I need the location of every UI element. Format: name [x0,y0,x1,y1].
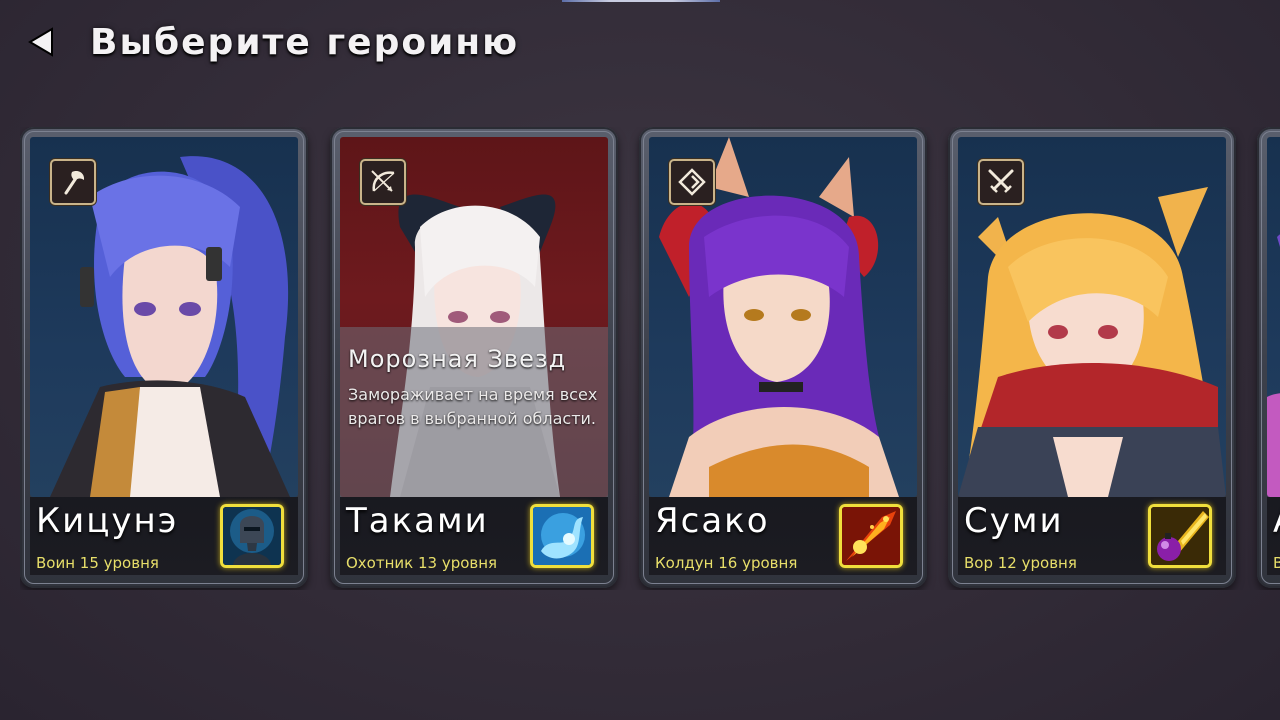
header: Выберите героиню [26,14,519,70]
hero-info-bar: Кицунэ Воин 15 уровня [30,497,298,575]
ice-orb-icon [533,507,591,565]
hero-name: А [1273,501,1280,541]
skill-button[interactable] [839,504,903,568]
hero-level: В [1273,554,1280,572]
hero-card-takami[interactable]: Морозная Звезд Замораживает на время все… [330,127,618,588]
hero-info-bar: Таками Охотник 13 уровня [340,497,608,575]
crossed-swords-icon [988,169,1014,193]
knight-helmet-icon [223,507,281,565]
hero-name: Таками [346,501,489,541]
back-arrow-icon [28,27,53,57]
skill-name: Морозная Звезд [348,345,567,373]
hero-portrait [958,137,1226,497]
hero-card-yasako[interactable]: Ясако Колдун 16 уровня [639,127,927,588]
hero-level: Воин 15 уровня [36,554,159,572]
skill-button[interactable] [530,504,594,568]
skill-button[interactable] [1148,504,1212,568]
hero-portrait [1267,137,1280,497]
hero-card-sumi[interactable]: Суми Вор 12 уровня [948,127,1236,588]
hero-card-list: Кицунэ Воин 15 уровня Морозная Звезд Зам… [20,127,1280,590]
bow-icon [371,170,395,192]
page-title: Выберите героиню [90,21,520,63]
class-badge [669,159,715,205]
skill-description: Замораживает на время всех врагов в выбр… [348,385,598,428]
skill-tooltip: Морозная Звезд Замораживает на время все… [340,327,608,497]
hero-level: Охотник 13 уровня [346,554,498,572]
skill-button[interactable] [220,504,284,568]
back-button[interactable] [26,22,60,62]
hero-level: Вор 12 уровня [964,554,1077,572]
bomb-icon [1151,507,1209,565]
class-badge [360,159,406,205]
hero-info-bar: Ясако Колдун 16 уровня [649,497,917,575]
axe-icon [64,170,85,195]
fire-blast-icon [842,507,900,565]
hero-info-bar: Суми Вор 12 уровня [958,497,1226,575]
class-badge [978,159,1024,205]
hero-name: Суми [964,501,1064,541]
hero-info-bar: А В [1267,497,1280,575]
hero-card-kitsune[interactable]: Кицунэ Воин 15 уровня [20,127,308,588]
hero-portrait [649,137,917,497]
hero-name: Кицунэ [36,501,179,541]
rune-icon [678,168,706,196]
hero-level: Колдун 16 уровня [655,554,798,572]
hero-portrait [30,137,298,497]
top-bar-accent [562,0,720,2]
hero-card-partial[interactable]: А В [1257,127,1280,588]
hero-name: Ясако [655,501,770,541]
class-badge [50,159,96,205]
